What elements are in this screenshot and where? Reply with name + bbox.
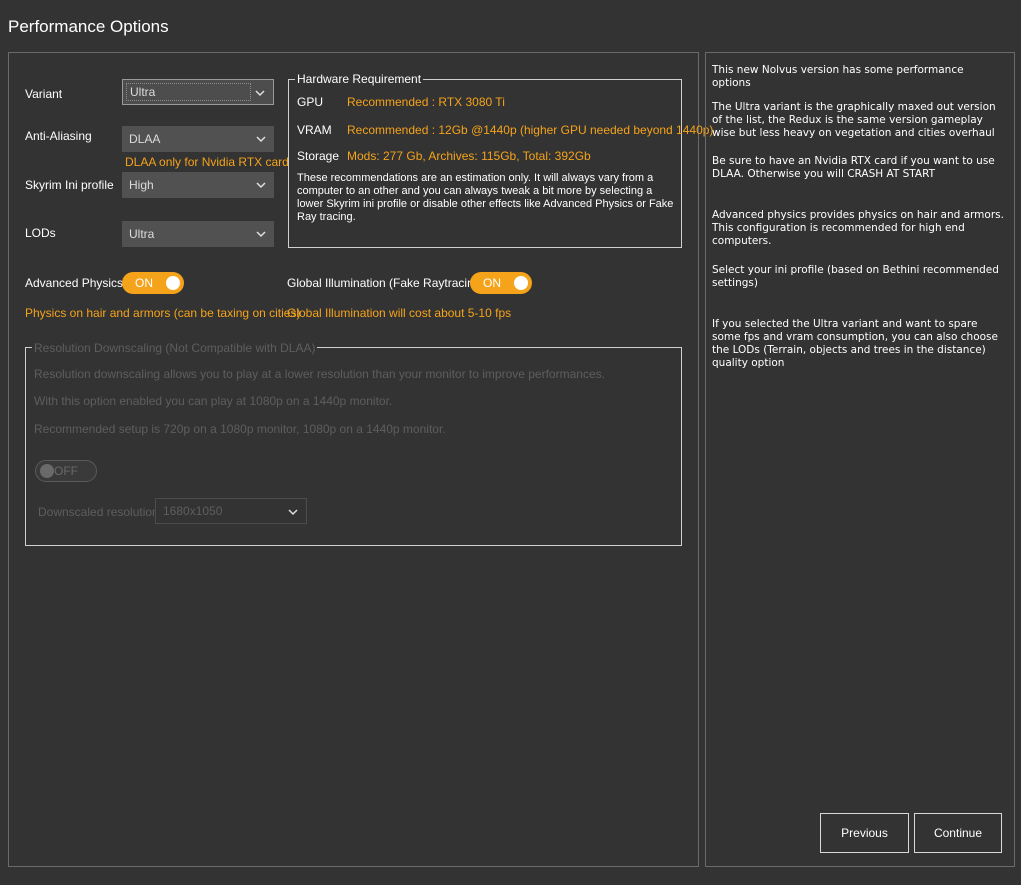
toggle-knob-icon	[40, 464, 54, 478]
downscaling-legend: Resolution Downscaling (Not Compatible w…	[32, 341, 318, 355]
chevron-down-icon	[288, 509, 298, 516]
global-illumination-toggle[interactable]: ON	[470, 272, 532, 294]
previous-button[interactable]: Previous	[820, 813, 909, 853]
downscaling-state: OFF	[54, 464, 78, 478]
advanced-physics-state: ON	[135, 276, 153, 290]
info-paragraph-4: Advanced physics provides physics on hai…	[712, 209, 1004, 247]
toggle-knob-icon	[166, 276, 180, 290]
downscaled-resolution-value: 1680x1050	[163, 504, 223, 518]
downscaling-description-1: Resolution downscaling allows you to pla…	[34, 367, 605, 381]
ini-profile-dropdown[interactable]: High	[122, 172, 274, 198]
hardware-legend: Hardware Requirement	[295, 72, 424, 86]
gpu-label: GPU	[297, 95, 324, 109]
anti-aliasing-dropdown[interactable]: DLAA	[122, 126, 274, 152]
gpu-value: Recommended : RTX 3080 Ti	[347, 95, 505, 109]
chevron-down-icon	[256, 182, 266, 189]
vram-value: Recommended : 12Gb @1440p (higher GPU ne…	[347, 123, 714, 137]
dlaa-note: DLAA only for Nvidia RTX card	[125, 155, 289, 169]
variant-dropdown[interactable]: Ultra	[122, 79, 274, 105]
lods-label: LODs	[25, 226, 56, 240]
advanced-physics-label: Advanced Physics	[25, 276, 124, 290]
info-paragraph-6: If you selected the Ultra variant and wa…	[712, 318, 998, 369]
chevron-down-icon	[255, 90, 265, 97]
global-illumination-label: Global Illumination (Fake Raytracing)	[287, 276, 485, 290]
advanced-physics-note: Physics on hair and armors (can be taxin…	[25, 306, 301, 320]
anti-aliasing-label: Anti-Aliasing	[25, 129, 92, 143]
info-paragraph-3: Be sure to have an Nvidia RTX card if yo…	[712, 155, 995, 180]
focus-rect	[126, 83, 251, 101]
lods-value: Ultra	[129, 227, 155, 241]
info-paragraph-2: The Ultra variant is the graphically max…	[712, 101, 996, 139]
downscaled-resolution-dropdown[interactable]: 1680x1050	[155, 498, 307, 524]
downscaling-description-2: With this option enabled you can play at…	[34, 394, 393, 408]
downscaling-toggle[interactable]: OFF	[35, 460, 97, 482]
storage-value: Mods: 277 Gb, Archives: 115Gb, Total: 39…	[347, 149, 591, 163]
info-paragraph-5: Select your ini profile (based on Bethin…	[712, 264, 999, 289]
lods-dropdown[interactable]: Ultra	[122, 221, 274, 247]
toggle-knob-icon	[514, 276, 528, 290]
page-title: Performance Options	[8, 17, 169, 36]
advanced-physics-toggle[interactable]: ON	[122, 272, 184, 294]
downscaling-description-3: Recommended setup is 720p on a 1080p mon…	[34, 422, 446, 436]
chevron-down-icon	[256, 231, 266, 238]
global-illumination-state: ON	[483, 276, 501, 290]
hardware-disclaimer: These recommendations are an estimation …	[297, 172, 674, 223]
variant-label: Variant	[25, 87, 63, 101]
chevron-down-icon	[256, 136, 266, 143]
info-paragraph-1: This new Nolvus version has some perform…	[712, 64, 964, 89]
anti-aliasing-value: DLAA	[129, 132, 161, 146]
ini-profile-label: Skyrim Ini profile	[25, 178, 114, 192]
global-illumination-note: Global Illumination will cost about 5-10…	[287, 306, 512, 320]
downscaled-resolution-label: Downscaled resolution	[38, 505, 159, 519]
continue-button[interactable]: Continue	[914, 813, 1002, 853]
vram-label: VRAM	[297, 123, 332, 137]
storage-label: Storage	[297, 149, 340, 163]
ini-profile-value: High	[129, 178, 154, 192]
